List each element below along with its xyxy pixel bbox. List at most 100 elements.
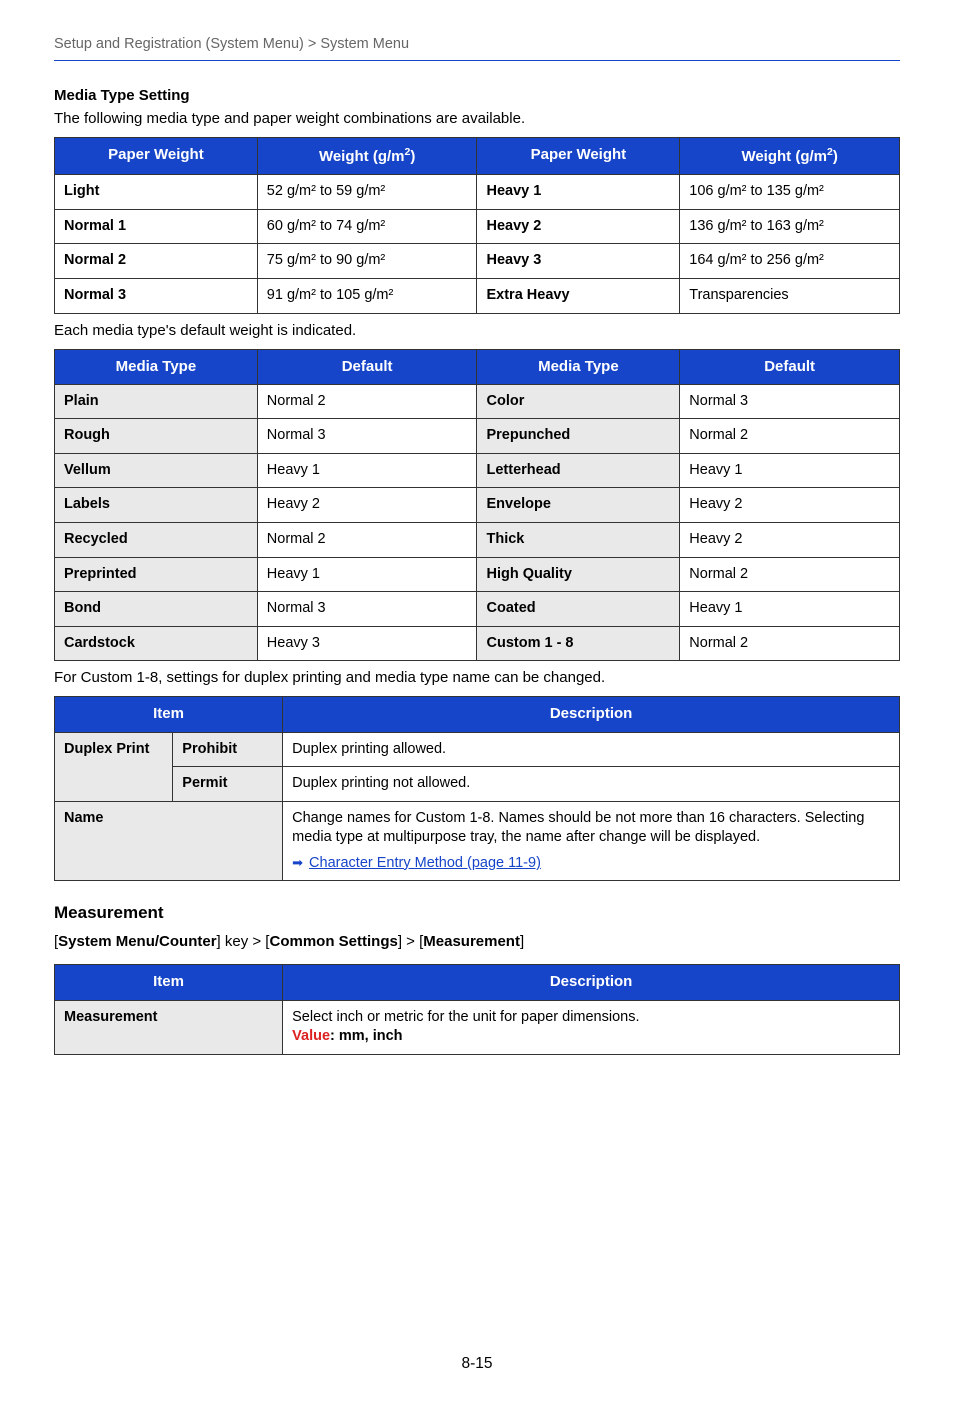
- custom-intro: For Custom 1-8, settings for duplex prin…: [54, 669, 900, 686]
- cell-value: 60 g/m² to 74 g/m²: [257, 209, 477, 244]
- table-row: RecycledNormal 2ThickHeavy 2: [55, 523, 900, 558]
- cell-label: Custom 1 - 8: [477, 626, 680, 661]
- table-row: Normal 3 91 g/m² to 105 g/m² Extra Heavy…: [55, 278, 900, 313]
- cell-label: Recycled: [55, 523, 258, 558]
- col-description: Description: [283, 697, 900, 732]
- cell-value: Normal 3: [257, 419, 477, 454]
- cell-label: Letterhead: [477, 453, 680, 488]
- media-type-default-table: Media Type Default Media Type Default Pl…: [54, 349, 900, 662]
- cell-value: 52 g/m² to 59 g/m²: [257, 175, 477, 210]
- cell-value: Heavy 2: [680, 523, 900, 558]
- table-row: Light 52 g/m² to 59 g/m² Heavy 1 106 g/m…: [55, 175, 900, 210]
- name-label: Name: [55, 801, 283, 881]
- prohibit-desc: Duplex printing allowed.: [283, 732, 900, 767]
- cell-label: Light: [55, 175, 258, 210]
- cell-label: Normal 3: [55, 278, 258, 313]
- cell-value: Heavy 1: [257, 453, 477, 488]
- cell-value: Heavy 2: [680, 488, 900, 523]
- col-media-type-1: Media Type: [55, 349, 258, 384]
- cell-value: Normal 3: [680, 384, 900, 419]
- measurement-table: Item Description Measurement Select inch…: [54, 964, 900, 1054]
- media-type-setting-heading: Media Type Setting: [54, 87, 900, 104]
- cell-label: Envelope: [477, 488, 680, 523]
- cell-value: 75 g/m² to 90 g/m²: [257, 244, 477, 279]
- prohibit-label: Prohibit: [173, 732, 283, 767]
- cell-value: 106 g/m² to 135 g/m²: [680, 175, 900, 210]
- table-row: VellumHeavy 1LetterheadHeavy 1: [55, 453, 900, 488]
- page-number: 8-15: [54, 1355, 900, 1373]
- media-type-intro: The following media type and paper weigh…: [54, 110, 900, 127]
- cell-value: 136 g/m² to 163 g/m²: [680, 209, 900, 244]
- cell-value: Normal 2: [257, 523, 477, 558]
- value-label: Value: [292, 1028, 330, 1044]
- table-row: Permit Duplex printing not allowed.: [55, 767, 900, 802]
- default-weight-intro: Each media type's default weight is indi…: [54, 322, 900, 339]
- cell-value: Normal 3: [257, 592, 477, 627]
- table-row: Name Change names for Custom 1-8. Names …: [55, 801, 900, 881]
- character-entry-link[interactable]: Character Entry Method (page 11-9): [309, 855, 541, 871]
- cell-label: Thick: [477, 523, 680, 558]
- table-row: Measurement Select inch or metric for th…: [55, 1000, 900, 1054]
- table-row: LabelsHeavy 2EnvelopeHeavy 2: [55, 488, 900, 523]
- cell-label: Extra Heavy: [477, 278, 680, 313]
- cell-value: Heavy 1: [257, 557, 477, 592]
- table-row: BondNormal 3CoatedHeavy 1: [55, 592, 900, 627]
- duplex-print-label: Duplex Print: [55, 732, 173, 801]
- cell-label: Plain: [55, 384, 258, 419]
- cell-value: Heavy 1: [680, 592, 900, 627]
- cell-value: Heavy 1: [680, 453, 900, 488]
- cell-label: Heavy 2: [477, 209, 680, 244]
- measurement-heading: Measurement: [54, 903, 900, 923]
- cell-value: Normal 2: [257, 384, 477, 419]
- measurement-desc: Select inch or metric for the unit for p…: [292, 1009, 639, 1025]
- cell-value: Normal 2: [680, 557, 900, 592]
- measurement-item: Measurement: [55, 1000, 283, 1054]
- custom-settings-table: Item Description Duplex Print Prohibit D…: [54, 696, 900, 881]
- permit-desc: Duplex printing not allowed.: [283, 767, 900, 802]
- value-value: mm, inch: [339, 1028, 403, 1044]
- cell-label: Rough: [55, 419, 258, 454]
- name-desc: Change names for Custom 1-8. Names shoul…: [292, 810, 864, 846]
- col-media-type-2: Media Type: [477, 349, 680, 384]
- measurement-desc-cell: Select inch or metric for the unit for p…: [283, 1000, 900, 1054]
- cell-value: Normal 2: [680, 626, 900, 661]
- cell-label: Normal 2: [55, 244, 258, 279]
- menu-path: [System Menu/Counter] key > [Common Sett…: [54, 933, 900, 950]
- cell-value: Heavy 3: [257, 626, 477, 661]
- value-sep: :: [330, 1028, 339, 1044]
- table-row: Duplex Print Prohibit Duplex printing al…: [55, 732, 900, 767]
- paper-weight-table: Paper Weight Weight (g/m2) Paper Weight …: [54, 137, 900, 314]
- col-item: Item: [55, 965, 283, 1000]
- col-item: Item: [55, 697, 283, 732]
- cell-value: Heavy 2: [257, 488, 477, 523]
- col-paper-weight-2: Paper Weight: [477, 138, 680, 175]
- cell-label: Normal 1: [55, 209, 258, 244]
- table-row: Normal 1 60 g/m² to 74 g/m² Heavy 2 136 …: [55, 209, 900, 244]
- cell-value: 164 g/m² to 256 g/m²: [680, 244, 900, 279]
- col-default-2: Default: [680, 349, 900, 384]
- col-paper-weight-1: Paper Weight: [55, 138, 258, 175]
- table-row: PlainNormal 2ColorNormal 3: [55, 384, 900, 419]
- breadcrumb: Setup and Registration (System Menu) > S…: [54, 36, 900, 61]
- cell-value: Normal 2: [680, 419, 900, 454]
- table-row: Normal 2 75 g/m² to 90 g/m² Heavy 3 164 …: [55, 244, 900, 279]
- cell-label: Cardstock: [55, 626, 258, 661]
- cell-value: Transparencies: [680, 278, 900, 313]
- cell-label: Preprinted: [55, 557, 258, 592]
- col-weight-gm2-1: Weight (g/m2): [257, 138, 477, 175]
- col-description: Description: [283, 965, 900, 1000]
- table-row: RoughNormal 3PrepunchedNormal 2: [55, 419, 900, 454]
- cell-label: Bond: [55, 592, 258, 627]
- cell-label: Labels: [55, 488, 258, 523]
- cell-label: Heavy 3: [477, 244, 680, 279]
- table-row: PreprintedHeavy 1High QualityNormal 2: [55, 557, 900, 592]
- cell-value: 91 g/m² to 105 g/m²: [257, 278, 477, 313]
- col-default-1: Default: [257, 349, 477, 384]
- cell-label: Heavy 1: [477, 175, 680, 210]
- cell-label: Color: [477, 384, 680, 419]
- cell-label: Coated: [477, 592, 680, 627]
- cell-label: High Quality: [477, 557, 680, 592]
- name-desc-cell: Change names for Custom 1-8. Names shoul…: [283, 801, 900, 881]
- col-weight-gm2-2: Weight (g/m2): [680, 138, 900, 175]
- cell-label: Vellum: [55, 453, 258, 488]
